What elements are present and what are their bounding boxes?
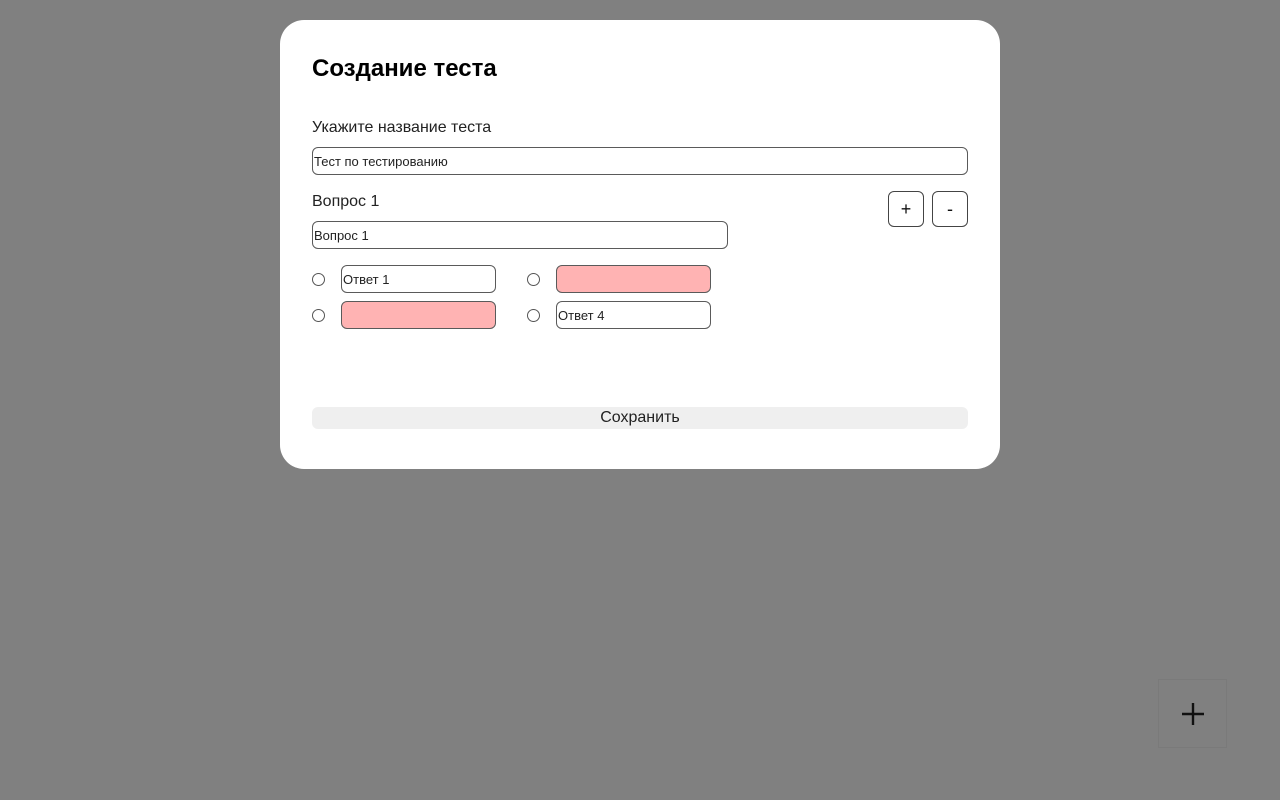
add-test-button[interactable] bbox=[1158, 679, 1227, 748]
answer-3-input[interactable] bbox=[341, 301, 496, 329]
modal-title: Создание теста bbox=[312, 55, 497, 82]
answer-1-input[interactable] bbox=[341, 265, 496, 293]
plus-icon bbox=[1181, 702, 1204, 725]
answer-2-input[interactable] bbox=[556, 265, 711, 293]
answer-4-input[interactable] bbox=[556, 301, 711, 329]
remove-question-button[interactable]: - bbox=[932, 191, 968, 227]
answer-2-radio[interactable] bbox=[527, 273, 540, 286]
create-test-modal: Создание теста Укажите название теста Во… bbox=[280, 20, 1000, 469]
test-name-label: Укажите название теста bbox=[312, 119, 492, 136]
answer-4-radio[interactable] bbox=[527, 309, 540, 322]
question-label: Вопрос 1 bbox=[312, 193, 380, 210]
add-question-button[interactable]: + bbox=[888, 191, 924, 227]
test-name-input[interactable] bbox=[312, 147, 968, 175]
question-input[interactable] bbox=[312, 221, 728, 249]
answer-1-radio[interactable] bbox=[312, 273, 325, 286]
answer-3-radio[interactable] bbox=[312, 309, 325, 322]
save-button[interactable]: Сохранить bbox=[312, 407, 968, 429]
